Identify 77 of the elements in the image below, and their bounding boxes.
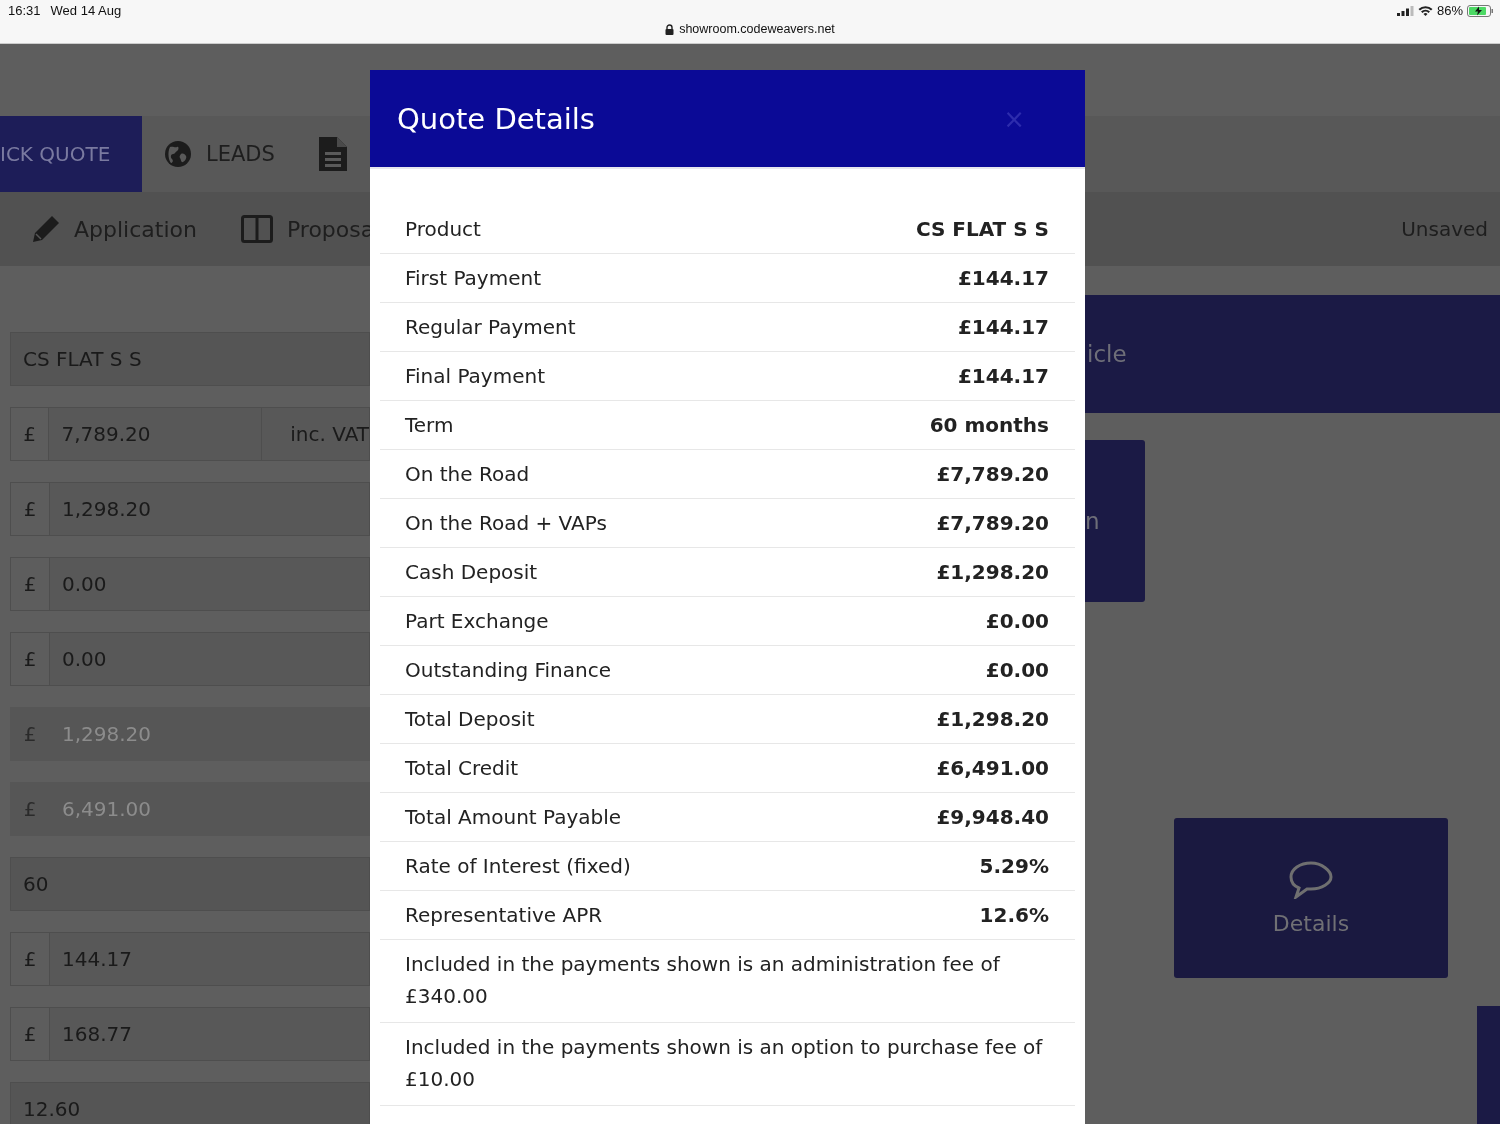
field-value: 0.00 <box>61 571 108 598</box>
detail-value: £144.17 <box>957 315 1049 339</box>
detail-value: £1,298.20 <box>936 560 1049 584</box>
detail-value: £7,789.20 <box>936 511 1049 535</box>
detail-value: 60 months <box>929 413 1049 437</box>
detail-label: Cash Deposit <box>405 560 538 584</box>
detail-label: Part Exchange <box>405 609 549 633</box>
detail-label: Term <box>405 413 454 437</box>
currency-field[interactable]: £ 1,298.20 <box>10 482 370 536</box>
vat-label: inc. VAT <box>289 422 369 446</box>
action-tile[interactable]: n <box>1085 440 1145 602</box>
battery-percent: 86% <box>1436 3 1463 18</box>
currency-symbol: £ <box>11 558 50 610</box>
detail-value: £6,491.00 <box>936 756 1049 780</box>
detail-value: £9,948.40 <box>936 805 1049 829</box>
wifi-icon <box>1417 5 1433 16</box>
detail-label: Total Amount Payable <box>405 805 622 829</box>
date: Wed 14 Aug <box>50 3 122 18</box>
currency-symbol: £ <box>11 483 50 535</box>
detail-label: Rate of Interest (fixed) <box>405 854 631 878</box>
signal-icon <box>1396 5 1414 16</box>
document-icon <box>318 137 347 171</box>
currency-field[interactable]: £ 7,789.20 inc. VAT <box>10 407 370 461</box>
detail-value: CS FLAT S S <box>915 217 1049 241</box>
currency-field[interactable]: £ 0.00 <box>10 557 370 611</box>
detail-value: £0.00 <box>985 609 1049 633</box>
pencil-icon <box>32 215 60 243</box>
nav-tab[interactable]: LEADS <box>142 116 297 192</box>
currency-symbol: £ <box>11 408 50 460</box>
field-value: 7,789.20 <box>49 408 263 460</box>
url-text: showroom.codeweavers.net <box>679 22 835 36</box>
vehicle-banner[interactable]: icle <box>1085 295 1500 413</box>
detail-label: On the Road <box>405 462 530 486</box>
nav-tab[interactable]: ICK QUOTE <box>0 116 142 192</box>
currency-field[interactable]: £ 144.17 <box>10 932 370 986</box>
close-button[interactable]: × <box>1003 103 1025 134</box>
currency-symbol: £ <box>22 796 38 823</box>
input-field[interactable]: 12.60 <box>10 1082 370 1124</box>
detail-value: 12.6% <box>979 903 1049 927</box>
clock-time: 16:31 <box>8 3 41 18</box>
currency-symbol: £ <box>22 721 38 748</box>
detail-label: Representative APR <box>405 903 603 927</box>
detail-value: £144.17 <box>957 266 1049 290</box>
detail-value: £0.00 <box>985 658 1049 682</box>
detail-value: £1,298.20 <box>936 707 1049 731</box>
detail-label: On the Road + VAPs <box>405 511 607 535</box>
dialog-title: Quote Details <box>397 101 595 136</box>
field-value: 1,298.20 <box>61 496 153 523</box>
speech-bubble-icon <box>1288 860 1334 899</box>
currency-symbol: £ <box>11 933 50 985</box>
fee-note: Included in the payments shown is an option to purchase fee of £10.00 <box>405 1034 1044 1093</box>
details-tile[interactable]: Details <box>1174 818 1448 978</box>
details-label: Details <box>1272 910 1350 936</box>
detail-label: Final Payment <box>405 364 545 388</box>
detail-label: Total Deposit <box>405 707 535 731</box>
battery-icon <box>1467 4 1494 17</box>
detail-label: First Payment <box>405 266 541 290</box>
currency-field[interactable]: £ 168.77 <box>10 1007 370 1061</box>
globe-icon <box>164 140 192 168</box>
columns-icon <box>240 215 273 243</box>
detail-label: Regular Payment <box>405 315 576 339</box>
detail-value: 5.29% <box>979 854 1049 878</box>
input-field[interactable]: CS FLAT S S <box>10 332 370 386</box>
detail-label: Outstanding Finance <box>405 658 611 682</box>
fee-note: Included in the payments shown is an administration fee of £340.00 <box>405 951 1002 1010</box>
detail-label: Total Credit <box>405 756 519 780</box>
currency-symbol: £ <box>11 1008 50 1060</box>
field-value: 168.77 <box>61 1021 133 1048</box>
detail-label: Product <box>405 217 481 241</box>
detail-value: £144.17 <box>957 364 1049 388</box>
currency-symbol: £ <box>11 633 50 685</box>
detail-value: £7,789.20 <box>936 462 1049 486</box>
lock-icon <box>665 23 675 35</box>
currency-field[interactable]: £ 0.00 <box>10 632 370 686</box>
input-field[interactable]: 60 <box>10 857 370 911</box>
field-value: 144.17 <box>61 946 133 973</box>
field-value: 0.00 <box>61 646 108 673</box>
